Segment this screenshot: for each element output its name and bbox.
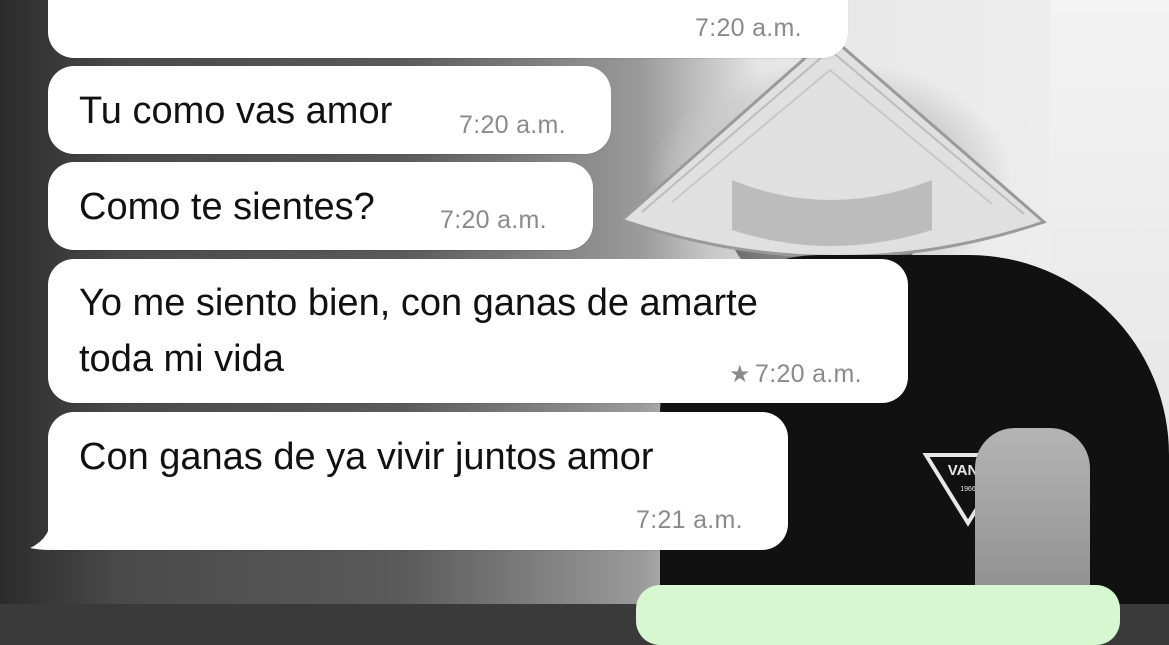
message-time: 7:20 a.m. bbox=[459, 111, 566, 139]
message-time: 7:21 a.m. bbox=[636, 506, 743, 534]
svg-text:1966: 1966 bbox=[960, 486, 976, 493]
message-text: Como te sientes? bbox=[79, 186, 375, 228]
outgoing-message-bubble[interactable] bbox=[636, 585, 1120, 645]
message-text-line-2: toda mi vida bbox=[79, 338, 284, 380]
message-time: 7:20 a.m. bbox=[440, 206, 547, 234]
wallpaper-hat bbox=[619, 34, 1047, 258]
star-icon: ★ bbox=[729, 361, 751, 388]
message-text: Con ganas de ya vivir juntos amor bbox=[79, 436, 654, 478]
wallpaper-hand bbox=[975, 428, 1090, 604]
message-time: 7:20 a.m. bbox=[755, 360, 862, 388]
message-text: Tu como vas amor bbox=[79, 90, 393, 132]
message-time: 7:20 a.m. bbox=[695, 14, 802, 42]
message-text-line-1: Yo me siento bien, con ganas de amarte bbox=[79, 282, 758, 324]
